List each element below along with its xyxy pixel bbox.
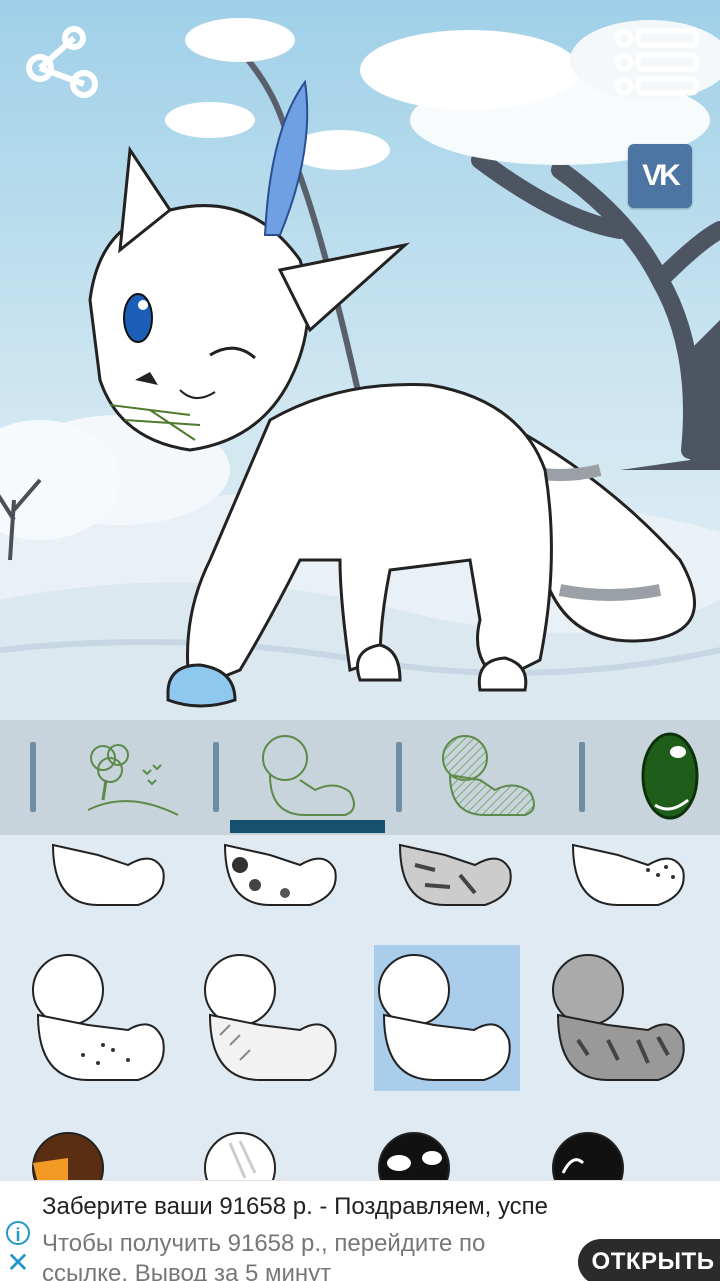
eye-icon xyxy=(641,732,699,820)
fur-pattern-dotted[interactable] xyxy=(548,835,694,921)
tab-separator xyxy=(30,742,36,812)
tab-background[interactable] xyxy=(48,720,198,835)
fur-pattern-speckled[interactable] xyxy=(28,945,174,1091)
fur-pattern-striped-grey[interactable] xyxy=(375,835,521,921)
close-icon[interactable]: ✕ xyxy=(6,1249,30,1277)
body-outline-icon xyxy=(262,735,355,816)
fur-pattern-black-white[interactable] xyxy=(374,1123,520,1180)
fur-pattern-plain[interactable] xyxy=(28,835,174,921)
tab-separator xyxy=(213,742,219,812)
vk-share-button[interactable]: VK xyxy=(628,144,692,208)
share-icon xyxy=(26,26,98,98)
tree-landscape-icon xyxy=(87,744,179,816)
tab-body-shading[interactable] xyxy=(415,720,565,835)
share-button[interactable] xyxy=(24,26,102,100)
fur-pattern-fluffy[interactable] xyxy=(200,945,346,1091)
fur-pattern-black[interactable] xyxy=(548,1123,694,1180)
ad-open-button[interactable]: ОТКРЫТЬ xyxy=(578,1239,720,1281)
selected-tab-indicator xyxy=(230,820,385,833)
fur-pattern-brown-orange[interactable] xyxy=(28,1123,174,1180)
tab-separator xyxy=(396,742,402,812)
menu-list-icon xyxy=(614,28,699,96)
ad-description: Чтобы получить 91658 р., перейдите по сс… xyxy=(42,1230,486,1281)
body-shading-icon xyxy=(442,735,535,816)
pattern-grid xyxy=(0,835,720,1180)
category-tabbar xyxy=(0,720,720,835)
fur-pattern-long-fur[interactable] xyxy=(374,945,520,1091)
fur-pattern-white-cream[interactable] xyxy=(200,1123,346,1180)
info-icon[interactable]: i xyxy=(6,1221,30,1245)
character-preview: VK xyxy=(0,0,720,720)
tab-body-outline[interactable] xyxy=(235,720,385,835)
winter-background xyxy=(0,0,720,720)
fur-pattern-dark-spots[interactable] xyxy=(200,835,346,921)
menu-button[interactable] xyxy=(612,28,700,98)
ad-title[interactable]: Заберите ваши 91658 р. - Поздравляем, ус… xyxy=(42,1193,597,1221)
vk-icon: VK xyxy=(642,159,681,192)
fur-pattern-tabby-grey[interactable] xyxy=(548,945,694,1091)
tab-eyes[interactable] xyxy=(600,720,720,835)
ad-banner[interactable]: Заберите ваши 91658 р. - Поздравляем, ус… xyxy=(0,1180,720,1281)
tab-separator xyxy=(579,742,585,812)
